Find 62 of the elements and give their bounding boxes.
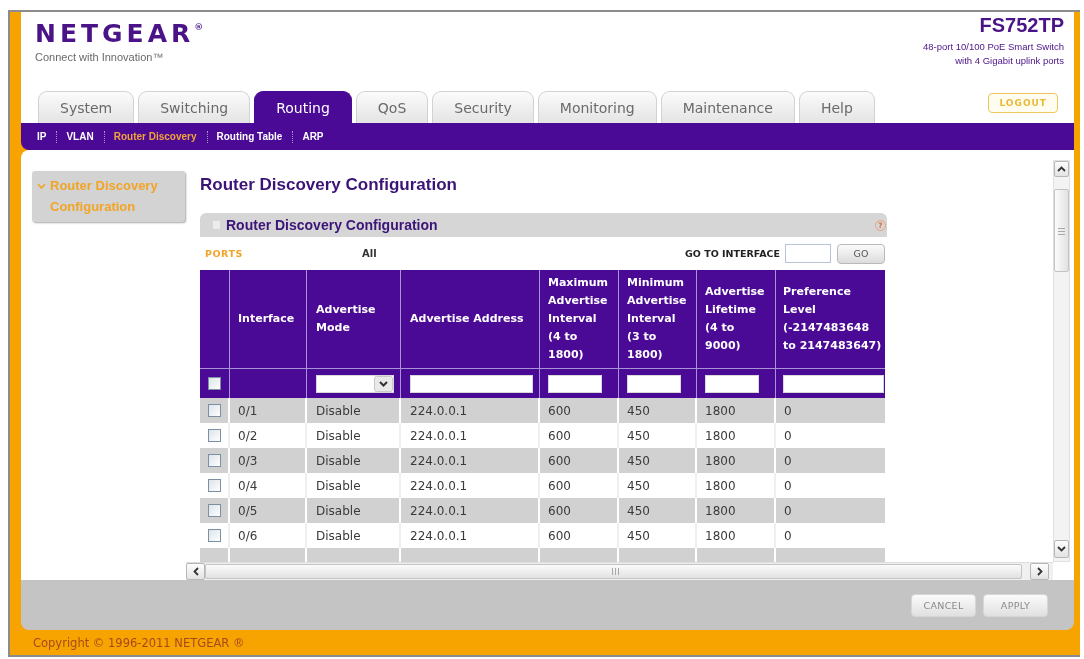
model-description: with 4 Gigabit uplink ports [954,54,1064,68]
subnav-link[interactable]: VLAN [66,131,94,142]
chevron-down-icon [1057,546,1066,552]
subnav-link[interactable]: IP [37,131,47,142]
horizontal-scrollbar[interactable] [186,562,1053,580]
ports-label: PORTS [205,248,243,259]
chevron-down-icon [374,375,393,392]
row-checkbox[interactable] [207,529,221,542]
chevron-left-icon [192,567,199,576]
model-name: FS752TP [978,13,1064,38]
table-cell-text: 0 [783,502,793,520]
go-button[interactable]: GO [837,243,885,264]
nav-tab[interactable]: Maintenance [660,91,795,123]
scrollbar-thumb[interactable] [205,564,1022,579]
row-checkbox[interactable] [207,504,221,517]
scroll-right-button[interactable] [1030,563,1049,580]
subnav-link[interactable]: ARP [302,131,324,142]
chevron-right-icon [1036,567,1043,576]
mode-dropdown[interactable] [316,374,394,393]
action-button[interactable]: APPLY [983,593,1048,617]
scroll-left-button[interactable] [186,563,205,580]
table-cell-text: 0 [783,527,793,545]
ports-value: All [362,248,377,259]
caret-icon [37,183,46,189]
subnav-link[interactable]: Router Discovery [113,131,197,142]
nav-tab[interactable]: Switching [138,91,251,123]
table-cell-text: 0 [783,427,793,445]
scroll-down-button[interactable] [1054,540,1069,558]
goto-interface-label: GO TO INTERFACE [684,248,780,259]
row-checkbox[interactable] [207,404,221,417]
row-checkbox[interactable] [207,429,221,442]
nav-tab[interactable]: Security [432,91,534,123]
filter-field[interactable] [705,374,759,393]
interface-field[interactable] [785,244,831,263]
copyright-text: Copyright © 1996-2011 NETGEAR ® [33,635,245,650]
netgear-logo: NETGEAR$^{®}$ [35,20,204,48]
row-checkbox[interactable] [207,454,221,467]
filter-field[interactable] [627,374,681,393]
action-button[interactable]: CANCEL [911,593,976,617]
scrollbar-thumb[interactable] [1054,189,1069,272]
row-checkbox[interactable] [207,479,221,492]
table-cell-text: 0 [783,452,793,470]
filter-field[interactable] [410,374,533,393]
scroll-up-button[interactable] [1054,161,1069,177]
filter-field[interactable] [783,374,884,393]
select-all-checkbox[interactable] [208,377,221,390]
table-cell-text: 0 [783,477,793,495]
subnav-link[interactable]: Routing Table [216,131,283,142]
chevron-up-icon [1057,166,1066,172]
vertical-scrollbar[interactable] [1053,160,1070,562]
nav-tab[interactable]: Help [798,91,875,123]
panel-title: Router Discovery Configuration [226,217,438,233]
page-title: Router Discovery Configuration [200,174,457,196]
table-cell-text: 0 [783,402,793,420]
nav-tab[interactable]: System [38,91,135,123]
tagline: Connect with Innovation™ [35,51,165,63]
model-description: 48-port 10/100 PoE Smart Switch [923,40,1064,54]
filter-field[interactable] [548,374,602,393]
nav-tab[interactable]: Routing [254,91,352,123]
nav-tab[interactable]: Monitoring [537,91,657,123]
column-header: Preference Level (-2147483648 to 2147483647) [782,284,883,354]
nav-tab[interactable]: QoS [355,91,429,123]
